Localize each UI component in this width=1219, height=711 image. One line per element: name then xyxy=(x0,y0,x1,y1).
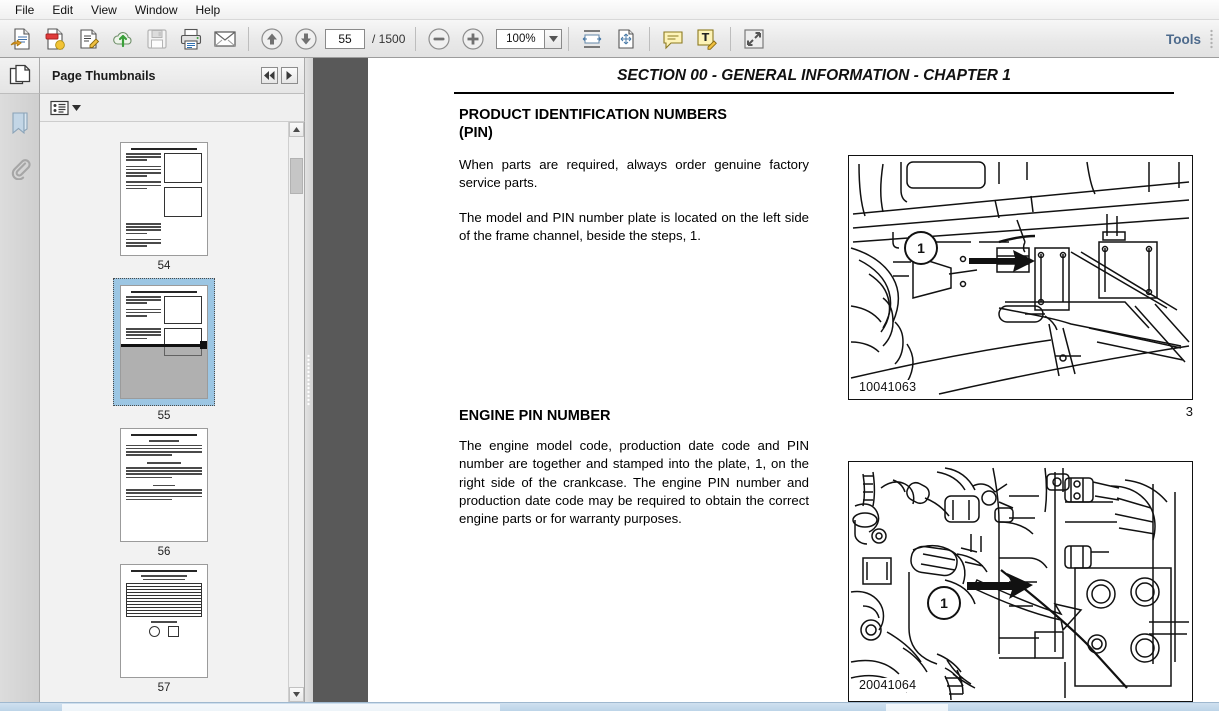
thumbnail-label: 57 xyxy=(157,682,171,694)
export-cloud-icon[interactable] xyxy=(107,23,139,55)
menu-item-help[interactable]: Help xyxy=(187,1,230,19)
header-rule xyxy=(454,92,1174,94)
figure-block-2: 1 20041064 xyxy=(848,461,1193,702)
document-view[interactable]: SECTION 00 - GENERAL INFORMATION - CHAPT… xyxy=(368,58,1219,702)
menu-item-window[interactable]: Window xyxy=(126,1,187,19)
paragraph: When parts are required, always order ge… xyxy=(459,157,809,191)
toolbar-separator-3 xyxy=(568,26,570,51)
thumbnail-page-54[interactable] xyxy=(120,142,208,256)
fullscreen-icon[interactable] xyxy=(738,23,770,55)
menu-bar: File Edit View Window Help xyxy=(0,0,1219,20)
thumbnail-page-55[interactable] xyxy=(120,285,208,399)
running-header: SECTION 00 - GENERAL INFORMATION - CHAPT… xyxy=(617,67,1011,84)
thumbnail-label: 55 xyxy=(157,410,171,422)
page-total-label: / 1500 xyxy=(372,31,406,46)
fit-width-icon[interactable] xyxy=(576,23,608,55)
section-heading-engine-pin: ENGINE PIN NUMBER xyxy=(459,408,611,425)
menu-item-file[interactable]: File xyxy=(6,1,43,19)
sidebar-rail xyxy=(0,58,40,710)
print-icon[interactable] xyxy=(175,23,207,55)
figure-block-1: 1 10041063 3 xyxy=(848,155,1193,419)
zoom-value[interactable]: 100% xyxy=(496,28,545,49)
heading-line-2: (PIN) xyxy=(459,125,493,142)
save-icon[interactable] xyxy=(141,23,173,55)
edit-pdf-icon[interactable] xyxy=(73,23,105,55)
figure-callout: 1 xyxy=(927,586,961,620)
paragraph: The model and PIN number plate is locate… xyxy=(459,209,809,243)
list-item[interactable]: 57 xyxy=(44,564,284,694)
thumbnail-page-57[interactable] xyxy=(120,564,208,678)
panel-expand-icon[interactable] xyxy=(281,67,298,84)
thumbnails-options-bar xyxy=(40,94,305,122)
comment-icon[interactable] xyxy=(657,23,689,55)
chevron-down-icon[interactable] xyxy=(544,28,563,49)
toolbar-separator-2 xyxy=(415,26,417,51)
scrollbar-thumb[interactable] xyxy=(290,158,303,194)
thumbnails-panel-header: Page Thumbnails xyxy=(40,58,305,94)
tools-button[interactable]: Tools xyxy=(1166,20,1201,58)
open-pdf-icon[interactable] xyxy=(5,23,37,55)
heading-line-1: PRODUCT IDENTIFICATION NUMBERS xyxy=(459,107,727,123)
section-heading-pin: PRODUCT IDENTIFICATION NUMBERS (PIN) xyxy=(459,106,809,142)
list-item[interactable]: 56 xyxy=(44,428,284,558)
zoom-in-icon[interactable] xyxy=(457,23,489,55)
thumbnail-selection-frame xyxy=(113,278,215,406)
options-button[interactable] xyxy=(48,99,83,117)
create-pdf-icon[interactable] xyxy=(39,23,71,55)
scroll-down-icon[interactable] xyxy=(289,687,304,702)
pdf-page: SECTION 00 - GENERAL INFORMATION - CHAPT… xyxy=(368,58,1219,702)
thumbnail-page-56[interactable] xyxy=(120,428,208,542)
toolbar-separator-5 xyxy=(730,26,732,51)
scroll-up-icon[interactable] xyxy=(289,122,304,137)
menu-item-edit[interactable]: Edit xyxy=(43,1,82,19)
thumbnail-viewport-indicator[interactable] xyxy=(121,341,207,398)
thumbnails-list[interactable]: 54 55 56 57 xyxy=(40,122,305,702)
figure-image-2: 1 20041064 xyxy=(848,461,1193,702)
sidebar-item-attachments[interactable] xyxy=(0,146,40,190)
sidebar-splitter[interactable] xyxy=(305,58,313,702)
toolbar-separator xyxy=(248,26,249,51)
svg-text:T: T xyxy=(702,31,710,44)
figure-number: 3 xyxy=(1185,404,1193,419)
paragraph: The engine model code, production date c… xyxy=(459,438,809,526)
pdf-reader-window: File Edit View Window Help 55 / 1500 100… xyxy=(0,0,1219,711)
zoom-out-icon[interactable] xyxy=(423,23,455,55)
column-spacer xyxy=(459,245,809,408)
menu-item-view[interactable]: View xyxy=(82,1,126,19)
figure-id: 10041063 xyxy=(858,380,918,394)
list-item[interactable]: 55 xyxy=(44,278,284,422)
email-icon[interactable] xyxy=(209,23,241,55)
thumbnails-scroll-content: 54 55 56 57 xyxy=(44,128,284,698)
thumbnail-label: 56 xyxy=(157,546,171,558)
panel-collapse-icon[interactable] xyxy=(261,67,278,84)
page-number-input[interactable] xyxy=(325,28,365,49)
figure-id: 20041064 xyxy=(858,678,918,692)
toolbar-separator-4 xyxy=(649,26,651,51)
list-item[interactable]: 54 xyxy=(44,142,284,272)
fit-page-icon[interactable] xyxy=(610,23,642,55)
thumbnails-scrollbar[interactable] xyxy=(288,122,304,702)
text-column: PRODUCT IDENTIFICATION NUMBERS (PIN) Whe… xyxy=(459,106,809,544)
next-page-icon[interactable] xyxy=(290,23,322,55)
splitter-grip[interactable] xyxy=(307,354,310,406)
previous-page-icon[interactable] xyxy=(256,23,288,55)
main-toolbar: / 1500 100% xyxy=(0,20,1219,58)
text-edit-icon[interactable]: T xyxy=(691,23,723,55)
figure-image-1: 1 10041063 xyxy=(848,155,1193,400)
sidebar-item-page-thumbnails[interactable] xyxy=(0,58,40,94)
figure-callout: 1 xyxy=(904,231,938,265)
sidebar-item-bookmarks[interactable] xyxy=(0,102,40,146)
panel-title: Page Thumbnails xyxy=(52,68,156,83)
document-gutter xyxy=(313,58,368,702)
thumbnail-label: 54 xyxy=(157,260,171,272)
tools-grip xyxy=(1210,29,1213,49)
zoom-combo[interactable]: 100% xyxy=(496,28,563,49)
